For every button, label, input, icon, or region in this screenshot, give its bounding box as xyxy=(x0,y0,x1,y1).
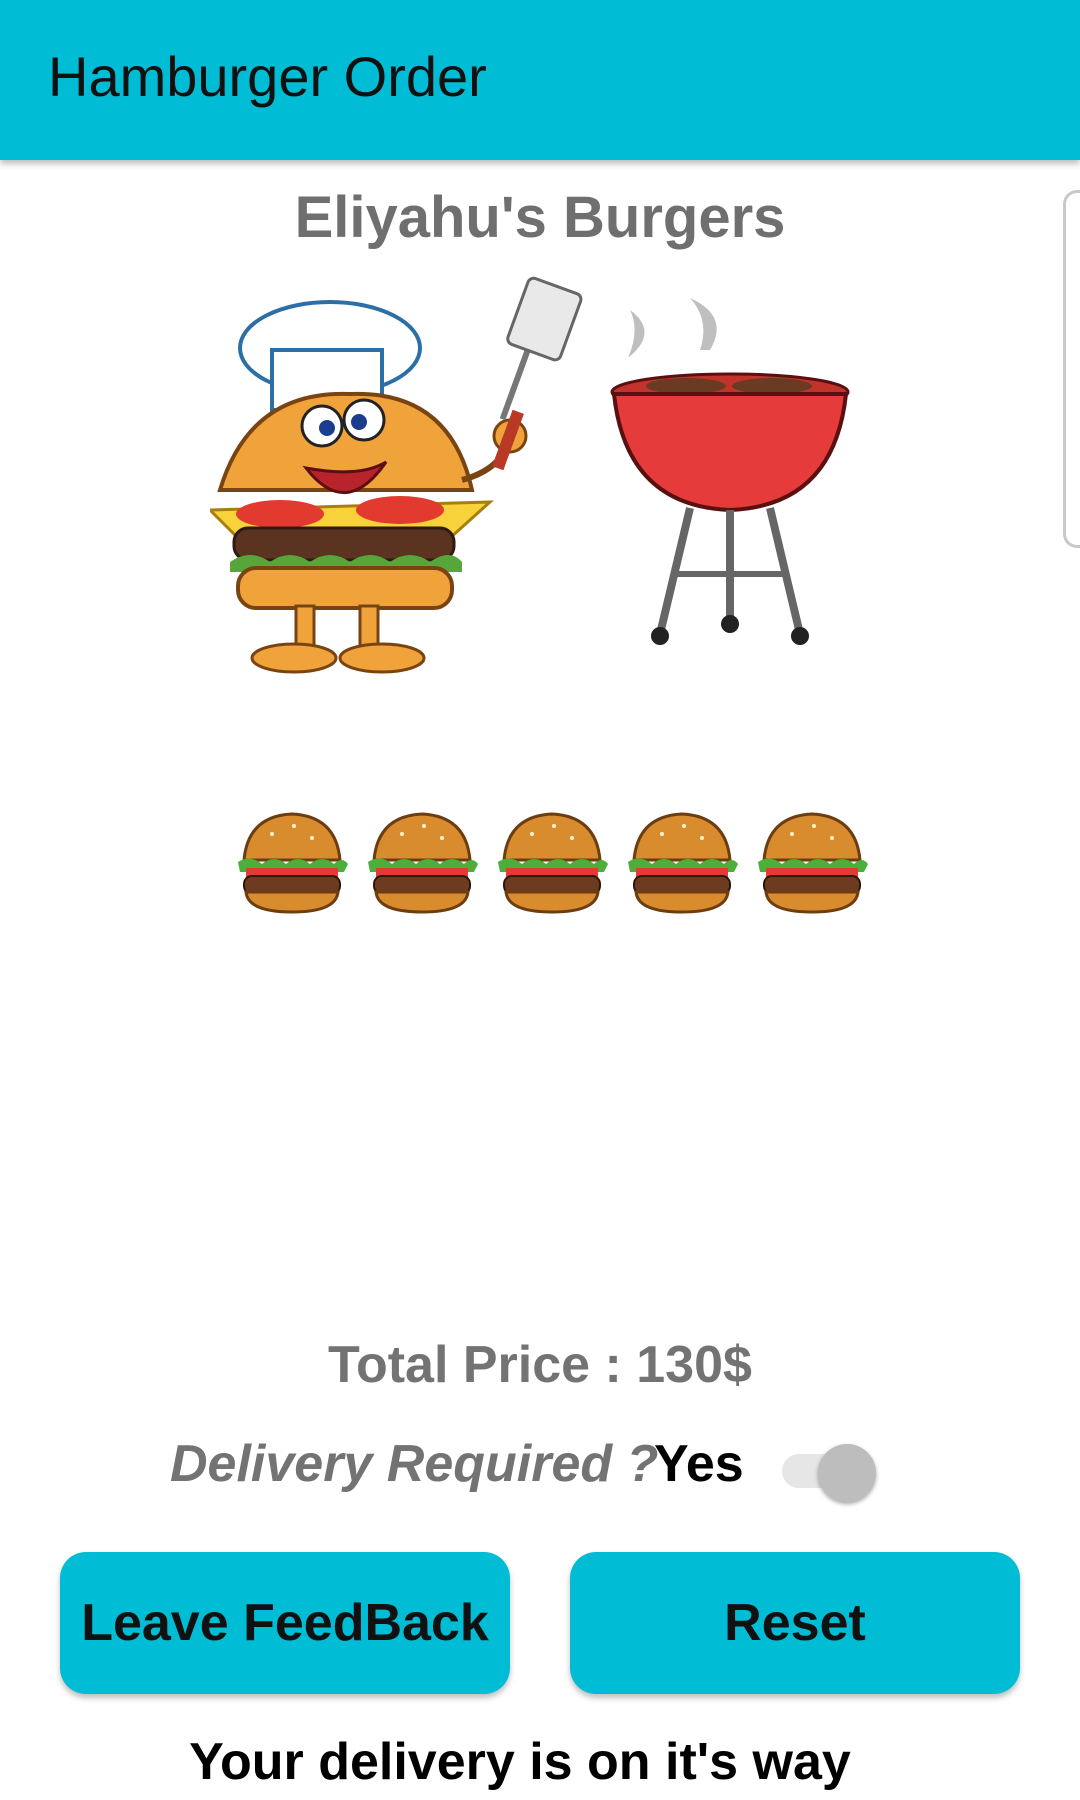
scroll-edge-indicator xyxy=(1063,190,1080,548)
hamburger-icon xyxy=(758,812,868,914)
hamburger-icon xyxy=(238,812,348,914)
delivery-label: Delivery Required ? xyxy=(170,1435,659,1493)
hamburger-icon xyxy=(628,812,738,914)
app-title: Hamburger Order xyxy=(48,45,487,108)
hamburger-icon xyxy=(368,812,478,914)
delivery-toggle[interactable] xyxy=(776,1434,876,1502)
app-bar: Hamburger Order xyxy=(0,0,1080,160)
restaurant-name: Eliyahu's Burgers xyxy=(294,185,786,250)
chef-burger-and-grill-illustration xyxy=(210,276,850,674)
delivery-status-message: Your delivery is on it's way xyxy=(189,1733,851,1791)
burger-chef-icon xyxy=(210,276,583,674)
reset-button[interactable]: Reset xyxy=(570,1552,1020,1694)
delivery-row: Delivery Required ? Yes xyxy=(170,1430,910,1502)
delivery-value: Yes xyxy=(654,1435,744,1493)
total-price: Total Price : 130$ xyxy=(328,1336,752,1394)
toggle-thumb xyxy=(818,1444,876,1502)
leave-feedback-button[interactable]: Leave FeedBack xyxy=(60,1552,510,1694)
grill-icon xyxy=(610,298,850,645)
burger-quantity-row xyxy=(232,800,872,920)
hamburger-icon xyxy=(498,812,608,914)
